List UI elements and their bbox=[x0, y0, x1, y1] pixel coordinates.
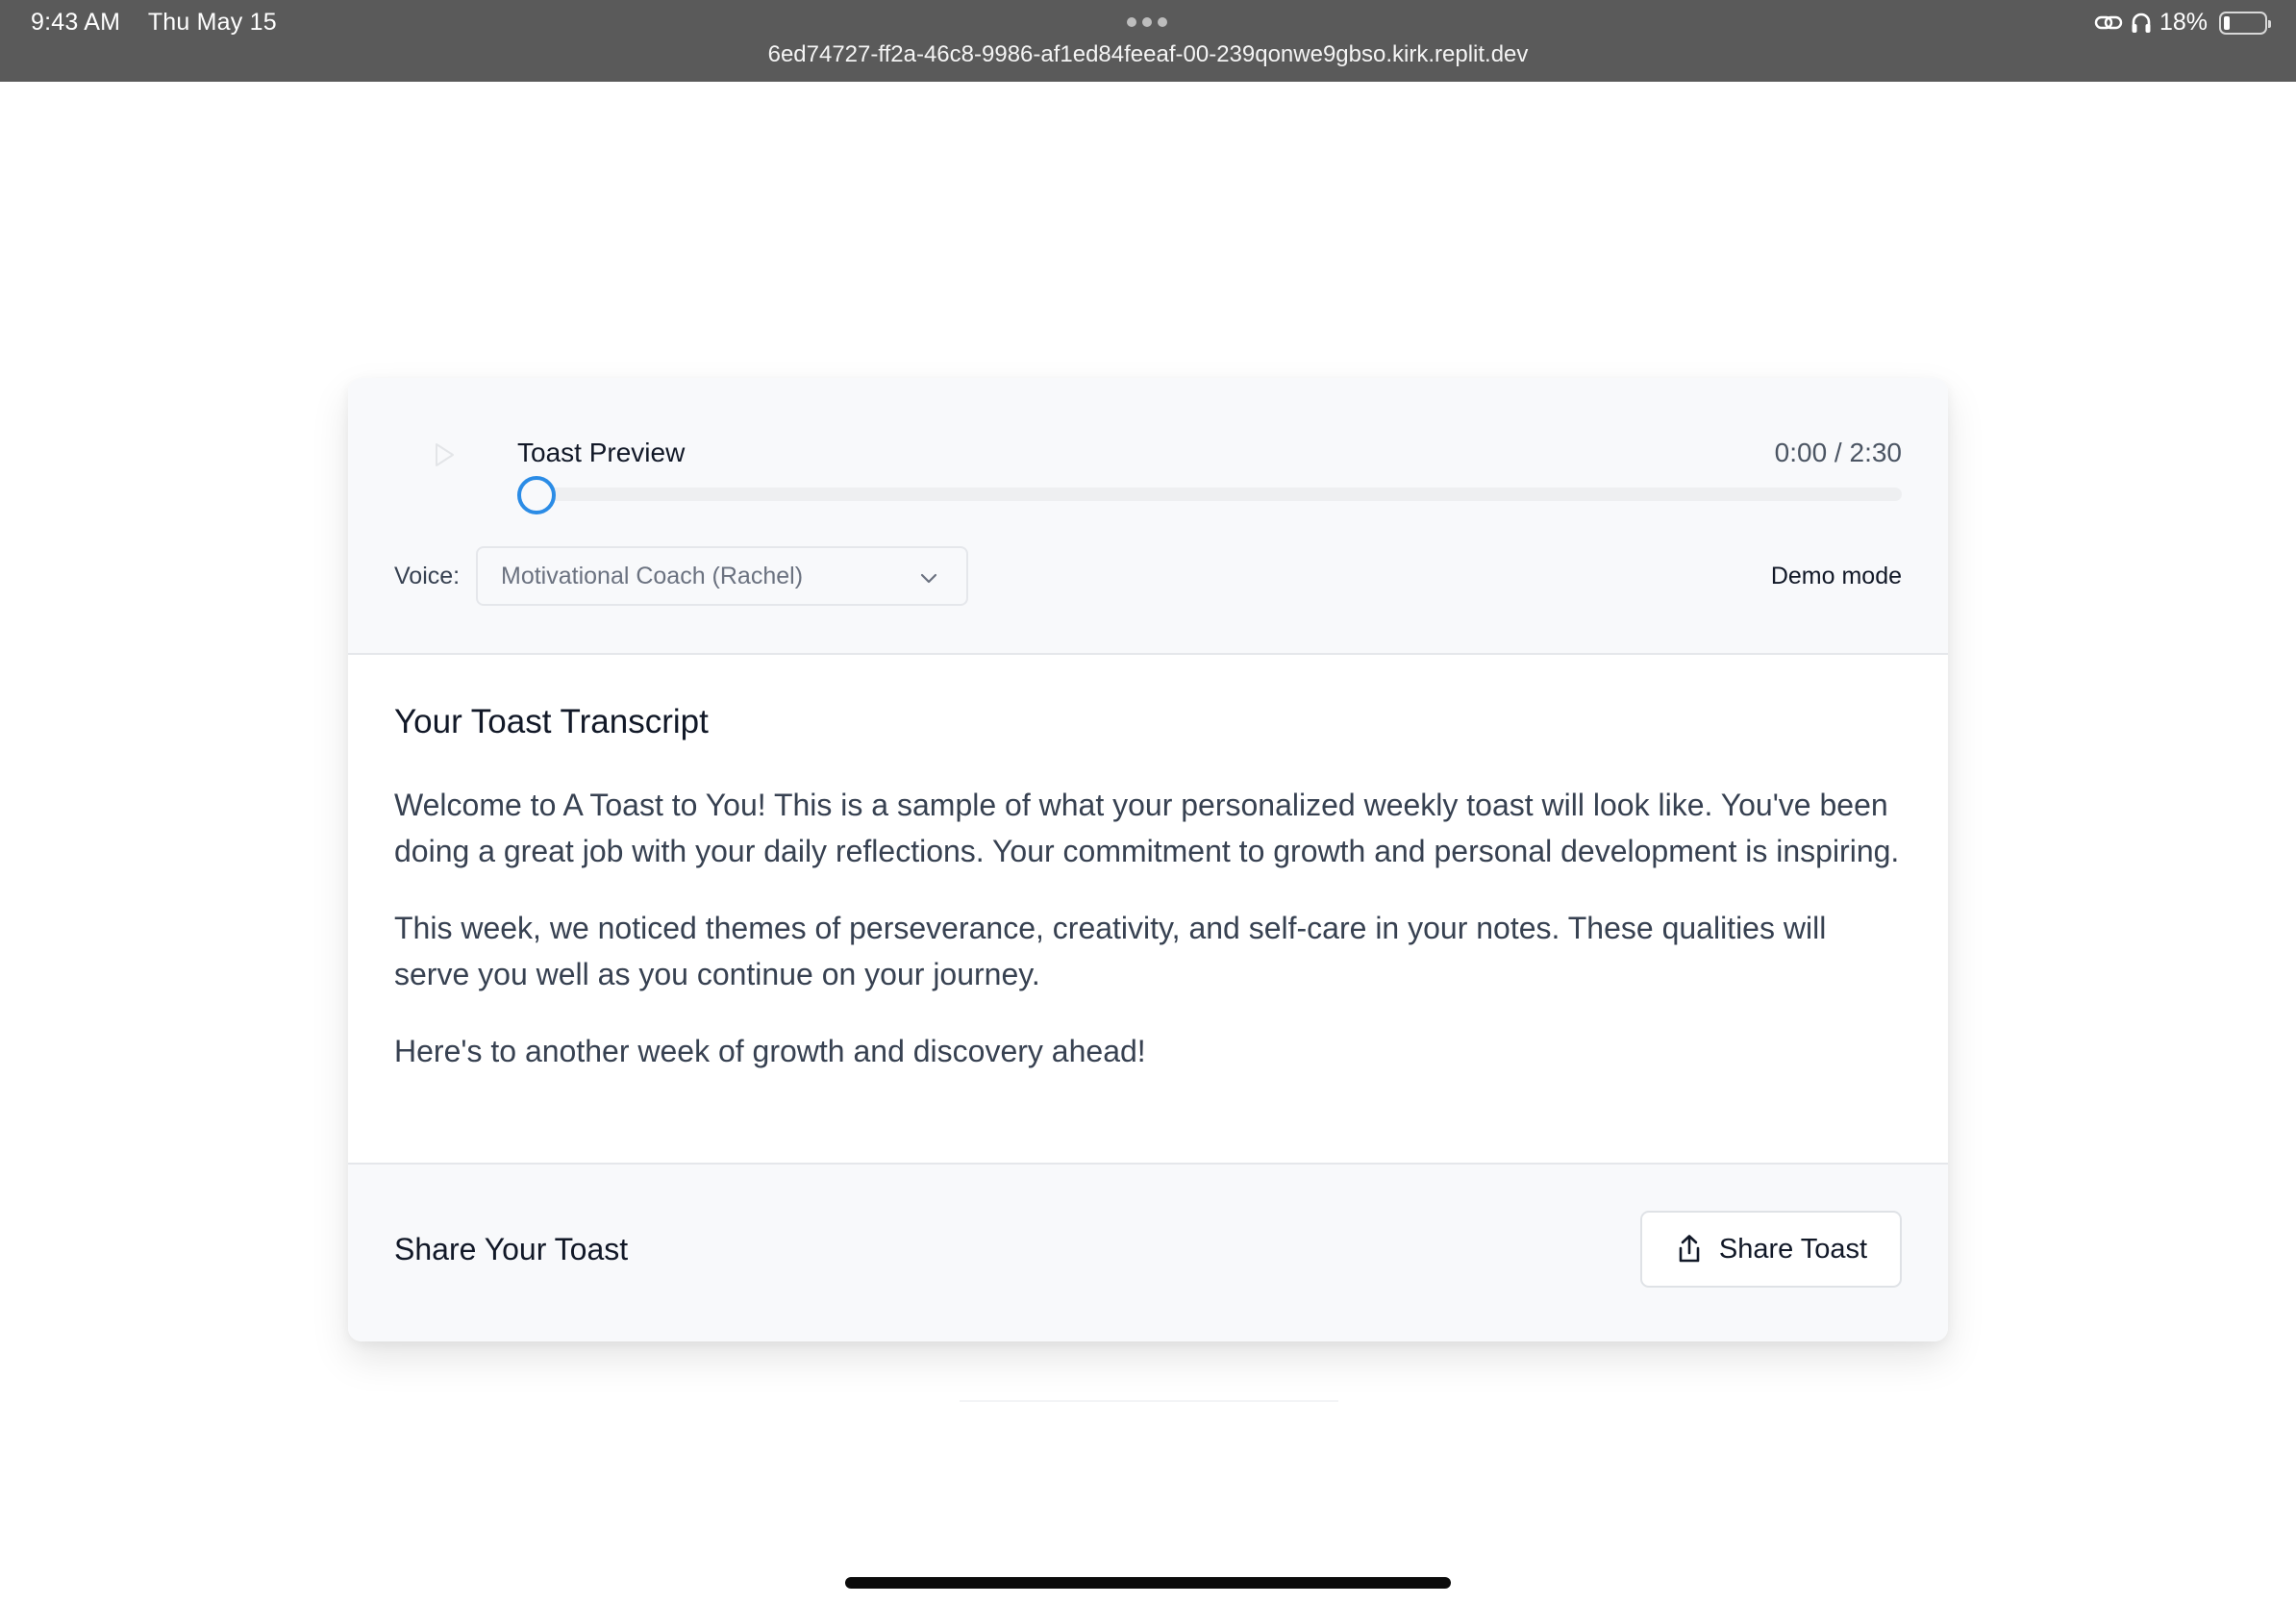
audio-player: Toast Preview 0:00 / 2:30 Voice: Motivat… bbox=[348, 378, 1948, 655]
transcript-heading: Your Toast Transcript bbox=[394, 703, 709, 740]
status-time: 9:43 AM bbox=[31, 9, 121, 36]
demo-mode-label: Demo mode bbox=[1770, 563, 1902, 589]
toast-card: Toast Preview 0:00 / 2:30 Voice: Motivat… bbox=[348, 378, 1948, 1341]
transcript-paragraph: Welcome to A Toast to You! This is a sam… bbox=[394, 788, 1900, 868]
player-title: Toast Preview bbox=[517, 438, 686, 467]
voice-label: Voice: bbox=[394, 563, 461, 589]
transcript-paragraph: Here's to another week of growth and dis… bbox=[394, 1034, 1146, 1068]
home-indicator[interactable] bbox=[845, 1577, 1451, 1589]
play-icon bbox=[436, 443, 454, 466]
voice-select-value: Motivational Coach (Rachel) bbox=[501, 562, 804, 589]
transcript-paragraph: This week, we noticed themes of persever… bbox=[394, 911, 1827, 991]
player-time: 0:00 / 2:30 bbox=[1774, 438, 1902, 467]
share-toast-button[interactable]: Share Toast bbox=[1640, 1211, 1902, 1288]
share-toast-label: Share Toast bbox=[1718, 1233, 1868, 1265]
battery-percentage: 18% bbox=[2159, 9, 2208, 36]
status-date: Thu May 15 bbox=[147, 9, 277, 36]
share-section: Share Your Toast Share Toast bbox=[348, 1165, 1948, 1341]
more-options-icon[interactable] bbox=[1127, 17, 1167, 27]
battery-icon bbox=[2219, 11, 2271, 35]
status-datetime: 9:43 AM Thu May 15 bbox=[31, 9, 298, 37]
headphones-icon bbox=[2132, 13, 2151, 33]
status-indicators: 18% bbox=[2094, 9, 2271, 37]
link-icon bbox=[2094, 15, 2123, 29]
progress-thumb[interactable] bbox=[517, 476, 556, 514]
progress-track[interactable] bbox=[517, 488, 1902, 501]
share-icon bbox=[1679, 1235, 1700, 1263]
divider bbox=[960, 1400, 1338, 1402]
transcript-body: Welcome to A Toast to You! This is a sam… bbox=[394, 782, 1902, 1105]
share-title: Share Your Toast bbox=[394, 1232, 629, 1266]
transcript-section: Your Toast Transcript Welcome to A Toast… bbox=[348, 655, 1948, 1165]
address-bar-url[interactable]: 6ed74727-ff2a-46c8-9986-af1ed84feeaf-00-… bbox=[0, 41, 2296, 68]
voice-select[interactable]: Motivational Coach (Rachel) bbox=[476, 546, 968, 606]
browser-status-bar: 9:43 AM Thu May 15 6ed74727-ff2a-46c8-99… bbox=[0, 0, 2296, 82]
chevron-down-icon bbox=[920, 573, 937, 584]
play-button[interactable] bbox=[415, 426, 473, 484]
